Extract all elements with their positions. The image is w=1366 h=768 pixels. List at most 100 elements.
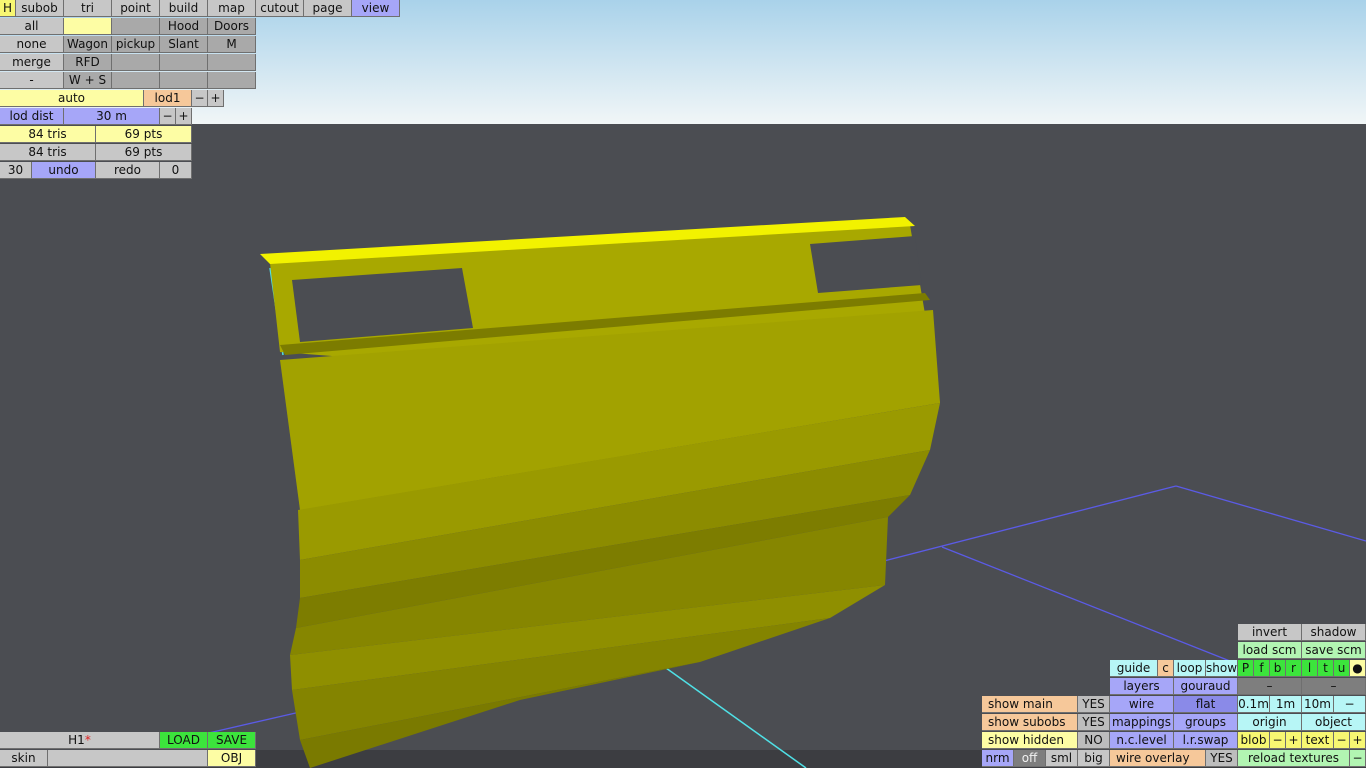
obj-button[interactable]: OBJ	[208, 750, 256, 767]
show-subobs-toggle[interactable]: YES	[1078, 714, 1110, 731]
save-scm-button[interactable]: save scm	[1302, 642, 1366, 659]
tab-point[interactable]: point	[112, 0, 160, 17]
text-plus-button[interactable]: +	[1350, 732, 1366, 749]
guide-button[interactable]: guide	[1110, 660, 1158, 677]
pts-count-total: 69 pts	[96, 144, 192, 161]
save-button[interactable]: SAVE	[208, 732, 256, 749]
tab-page[interactable]: page	[304, 0, 352, 17]
select-doors-button[interactable]: Doors	[208, 18, 256, 35]
wire-overlay-toggle[interactable]: YES	[1206, 750, 1238, 767]
flat-button[interactable]: flat	[1174, 696, 1238, 713]
select-none-button[interactable]: none	[0, 36, 64, 53]
select-slot-1[interactable]	[64, 18, 112, 35]
view-p-button[interactable]: P	[1238, 660, 1254, 677]
select-all-button[interactable]: all	[0, 18, 64, 35]
step-1m-button[interactable]: 1m	[1270, 696, 1302, 713]
mappings-button[interactable]: mappings	[1110, 714, 1174, 731]
select-slot-6[interactable]	[112, 72, 160, 89]
h-button[interactable]: H	[0, 0, 16, 17]
dash-button-1[interactable]: –	[1238, 678, 1302, 695]
show-main-toggle[interactable]: YES	[1078, 696, 1110, 713]
select-hood-button[interactable]: Hood	[160, 18, 208, 35]
merge-button[interactable]: merge	[0, 54, 64, 71]
nrm-button[interactable]: nrm	[982, 750, 1014, 767]
text-minus-button[interactable]: −	[1334, 732, 1350, 749]
lod-dist-plus-button[interactable]: +	[176, 108, 192, 125]
nc-level-button[interactable]: n.c.level	[1110, 732, 1174, 749]
file-name-field[interactable]: H1*	[0, 732, 160, 749]
text-button[interactable]: text	[1302, 732, 1334, 749]
view-r-button[interactable]: r	[1286, 660, 1302, 677]
tab-cutout[interactable]: cutout	[256, 0, 304, 17]
select-m-button[interactable]: M	[208, 36, 256, 53]
tab-build[interactable]: build	[160, 0, 208, 17]
sml-button[interactable]: sml	[1046, 750, 1078, 767]
reload-minus-button[interactable]: −	[1350, 750, 1366, 767]
shadow-button[interactable]: shadow	[1302, 624, 1366, 641]
redo-count: 0	[160, 162, 192, 179]
select-slot-5[interactable]	[208, 54, 256, 71]
dot-icon[interactable]: ●	[1350, 660, 1366, 677]
select-pickup-button[interactable]: pickup	[112, 36, 160, 53]
modified-mark: *	[84, 733, 91, 747]
blob-plus-button[interactable]: +	[1286, 732, 1302, 749]
lod-level-button[interactable]: lod1	[144, 90, 192, 107]
view-f-button[interactable]: f	[1254, 660, 1270, 677]
layers-button[interactable]: layers	[1110, 678, 1174, 695]
minus-button[interactable]: -	[0, 72, 64, 89]
groups-button[interactable]: groups	[1174, 714, 1238, 731]
view-l-button[interactable]: l	[1302, 660, 1318, 677]
tris-count-total: 84 tris	[0, 144, 96, 161]
select-wagon-button[interactable]: Wagon	[64, 36, 112, 53]
select-ws-button[interactable]: W + S	[64, 72, 112, 89]
select-slot-2[interactable]	[112, 18, 160, 35]
loop-button[interactable]: loop	[1174, 660, 1206, 677]
dash-button-2[interactable]: –	[1302, 678, 1366, 695]
lod-dist-minus-button[interactable]: −	[160, 108, 176, 125]
object-button[interactable]: object	[1302, 714, 1366, 731]
blob-minus-button[interactable]: −	[1270, 732, 1286, 749]
lr-swap-button[interactable]: l.r.swap	[1174, 732, 1238, 749]
redo-button[interactable]: redo	[96, 162, 160, 179]
undo-button[interactable]: undo	[32, 162, 96, 179]
wire-button[interactable]: wire	[1110, 696, 1174, 713]
select-slot-4[interactable]	[160, 54, 208, 71]
step-0.1m-button[interactable]: 0.1m	[1238, 696, 1270, 713]
view-t-button[interactable]: t	[1318, 660, 1334, 677]
big-button[interactable]: big	[1078, 750, 1110, 767]
load-button[interactable]: LOAD	[160, 732, 208, 749]
gouraud-button[interactable]: gouraud	[1174, 678, 1238, 695]
undo-count: 30	[0, 162, 32, 179]
blob-button[interactable]: blob	[1238, 732, 1270, 749]
skin-button[interactable]: skin	[0, 750, 48, 767]
view-b-button[interactable]: b	[1270, 660, 1286, 677]
tab-view[interactable]: view	[352, 0, 400, 17]
lod-auto-button[interactable]: auto	[0, 90, 144, 107]
select-slot-8[interactable]	[208, 72, 256, 89]
view-u-button[interactable]: u	[1334, 660, 1350, 677]
lod-plus-button[interactable]: +	[208, 90, 224, 107]
show-hidden-label: show hidden	[982, 732, 1078, 749]
reload-textures-button[interactable]: reload textures	[1238, 750, 1350, 767]
show-hidden-toggle[interactable]: NO	[1078, 732, 1110, 749]
tab-tri[interactable]: tri	[64, 0, 112, 17]
load-scm-button[interactable]: load scm	[1238, 642, 1302, 659]
tab-map[interactable]: map	[208, 0, 256, 17]
step-minus-button[interactable]: −	[1334, 696, 1366, 713]
select-slant-button[interactable]: Slant	[160, 36, 208, 53]
skin-field[interactable]	[48, 750, 208, 767]
select-rfd-button[interactable]: RFD	[64, 54, 112, 71]
off-button[interactable]: off	[1014, 750, 1046, 767]
pts-count-selected: 69 pts	[96, 126, 192, 143]
show-button[interactable]: show	[1206, 660, 1238, 677]
tab-subob[interactable]: subob	[16, 0, 64, 17]
lod-minus-button[interactable]: −	[192, 90, 208, 107]
select-slot-7[interactable]	[160, 72, 208, 89]
step-10m-button[interactable]: 10m	[1302, 696, 1334, 713]
select-slot-3[interactable]	[112, 54, 160, 71]
invert-button[interactable]: invert	[1238, 624, 1302, 641]
lod-dist-value[interactable]: 30 m	[64, 108, 160, 125]
c-button[interactable]: c	[1158, 660, 1174, 677]
3d-viewport[interactable]	[0, 0, 1366, 768]
origin-button[interactable]: origin	[1238, 714, 1302, 731]
